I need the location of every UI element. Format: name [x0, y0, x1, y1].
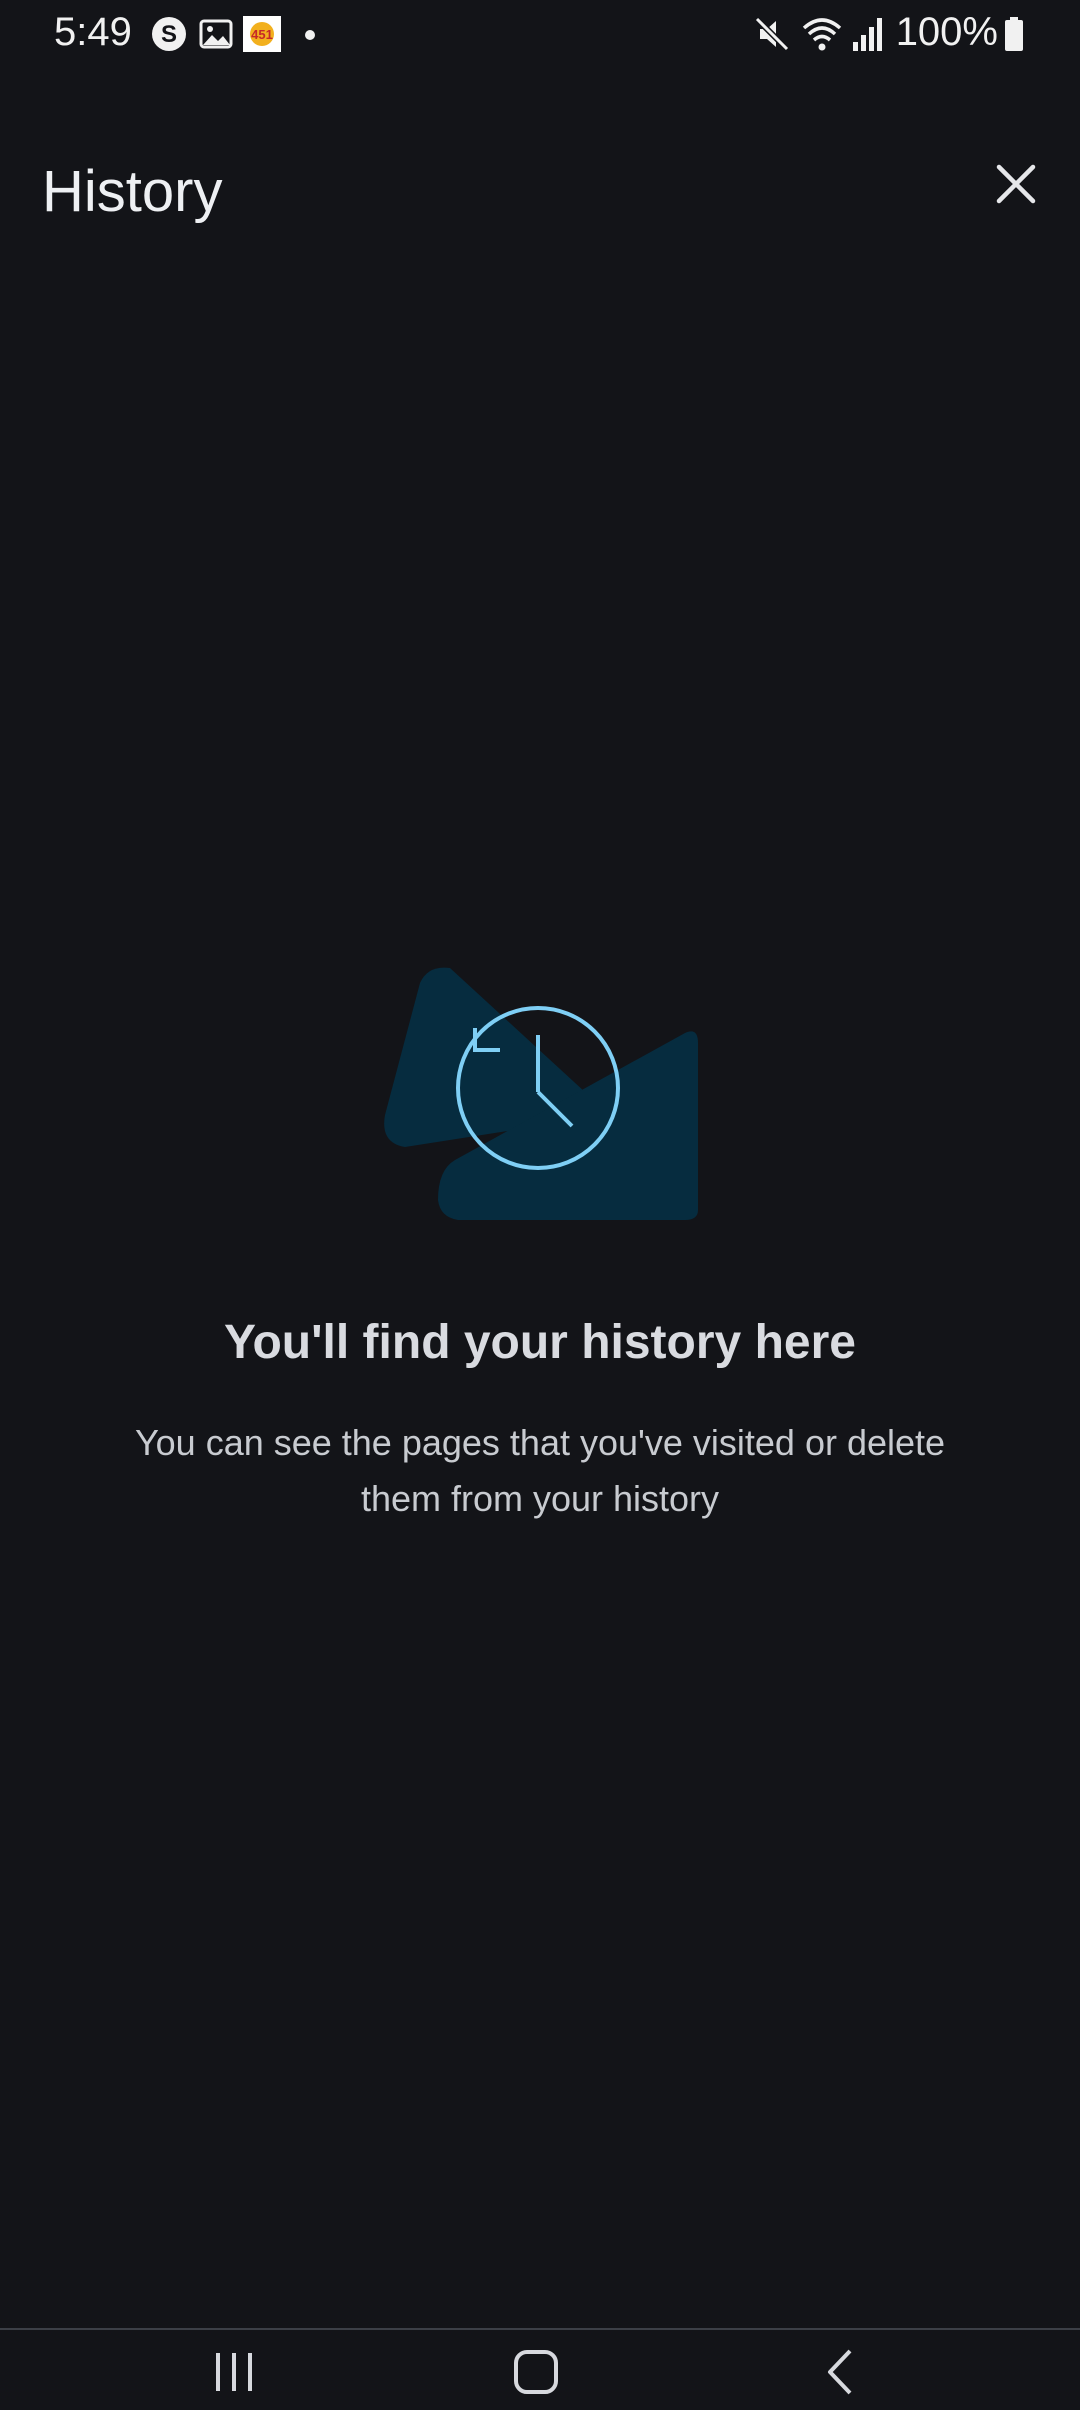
- empty-state-title: You'll find your history here: [224, 1316, 856, 1369]
- system-nav-bar: [0, 2328, 1080, 2410]
- skype-icon: S: [152, 17, 186, 51]
- close-icon: [996, 164, 1036, 204]
- gallery-icon: [199, 19, 233, 49]
- home-icon: [514, 2350, 558, 2394]
- top-app-bar: History: [0, 140, 1080, 240]
- close-button[interactable]: [980, 148, 1052, 220]
- app-badge-icon: 451: [243, 16, 281, 52]
- dot-icon: [305, 30, 315, 40]
- battery-icon: [1005, 17, 1023, 51]
- signal-icon: [853, 18, 882, 51]
- mute-icon: [754, 16, 790, 52]
- empty-state-description: You can see the pages that you've visite…: [134, 1422, 946, 1519]
- back-icon: [828, 2349, 852, 2395]
- status-time: 5:49: [54, 10, 132, 54]
- battery-percent: 100%: [895, 10, 998, 54]
- status-bar: 5:49 S 451 100%: [0, 0, 1080, 70]
- recents-button[interactable]: [194, 2342, 274, 2402]
- recents-icon: [216, 2353, 252, 2391]
- back-button[interactable]: [800, 2342, 880, 2402]
- page-title: History: [42, 159, 223, 224]
- history-clock-icon: [384, 967, 698, 1220]
- wifi-icon: [802, 18, 842, 51]
- svg-text:451: 451: [251, 27, 273, 42]
- svg-text:S: S: [161, 21, 177, 48]
- home-button[interactable]: [496, 2342, 576, 2402]
